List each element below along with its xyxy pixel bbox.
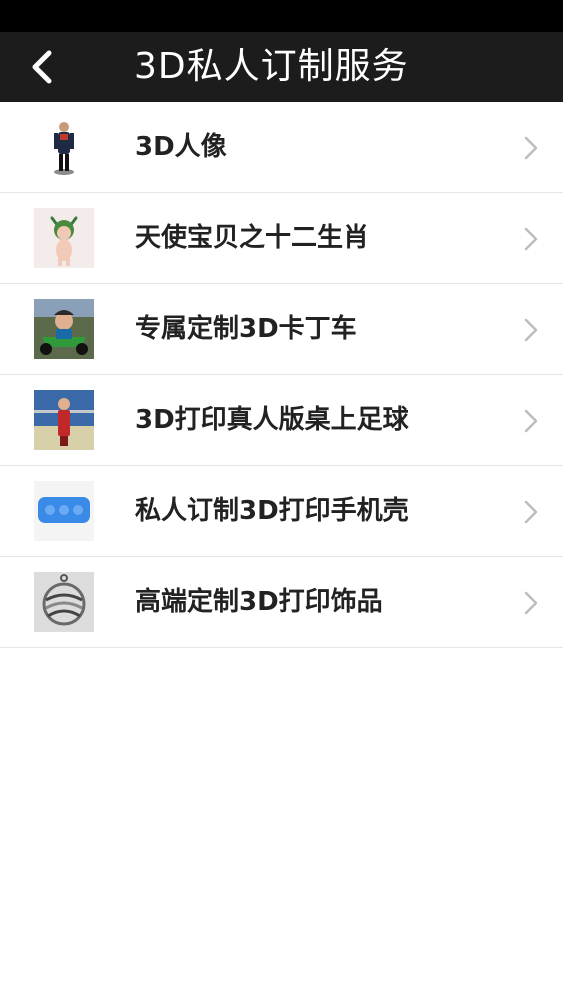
list-item-label: 3D人像 <box>135 132 227 162</box>
chevron-right-icon <box>523 226 539 252</box>
chevron-right-icon <box>523 317 539 343</box>
back-button[interactable] <box>14 38 70 96</box>
baby-figure-thumbnail <box>34 208 94 268</box>
chevron-right-icon <box>523 499 539 525</box>
foosball-thumbnail <box>34 390 94 450</box>
chevron-right-icon <box>523 135 539 161</box>
go-kart-thumbnail <box>34 299 94 359</box>
list-item-zodiac-baby[interactable]: 天使宝贝之十二生肖 <box>0 193 563 284</box>
status-bar <box>0 0 563 32</box>
list-item-label: 专属定制3D卡丁车 <box>135 314 357 344</box>
phone-case-thumbnail <box>34 481 94 541</box>
chevron-right-icon <box>523 590 539 616</box>
service-list: 3D人像 天使宝贝之十二生肖 专属定制3D卡丁车 3D打印真人版桌上足球 私人订… <box>0 102 563 648</box>
list-item-label: 高端定制3D打印饰品 <box>135 587 383 617</box>
app-header: 3D私人订制服务 <box>0 32 563 102</box>
page-title: 3D私人订制服务 <box>134 46 409 87</box>
list-item-label: 天使宝贝之十二生肖 <box>135 223 370 253</box>
figurine-thumbnail <box>34 117 94 177</box>
list-item-3d-portrait[interactable]: 3D人像 <box>0 102 563 193</box>
list-item-phone-case[interactable]: 私人订制3D打印手机壳 <box>0 466 563 557</box>
list-item-jewelry[interactable]: 高端定制3D打印饰品 <box>0 557 563 648</box>
chevron-left-icon <box>32 50 52 84</box>
pendant-thumbnail <box>34 572 94 632</box>
list-item-label: 私人订制3D打印手机壳 <box>135 496 409 526</box>
list-item-label: 3D打印真人版桌上足球 <box>135 405 409 435</box>
list-item-foosball[interactable]: 3D打印真人版桌上足球 <box>0 375 563 466</box>
chevron-right-icon <box>523 408 539 434</box>
list-item-go-kart[interactable]: 专属定制3D卡丁车 <box>0 284 563 375</box>
